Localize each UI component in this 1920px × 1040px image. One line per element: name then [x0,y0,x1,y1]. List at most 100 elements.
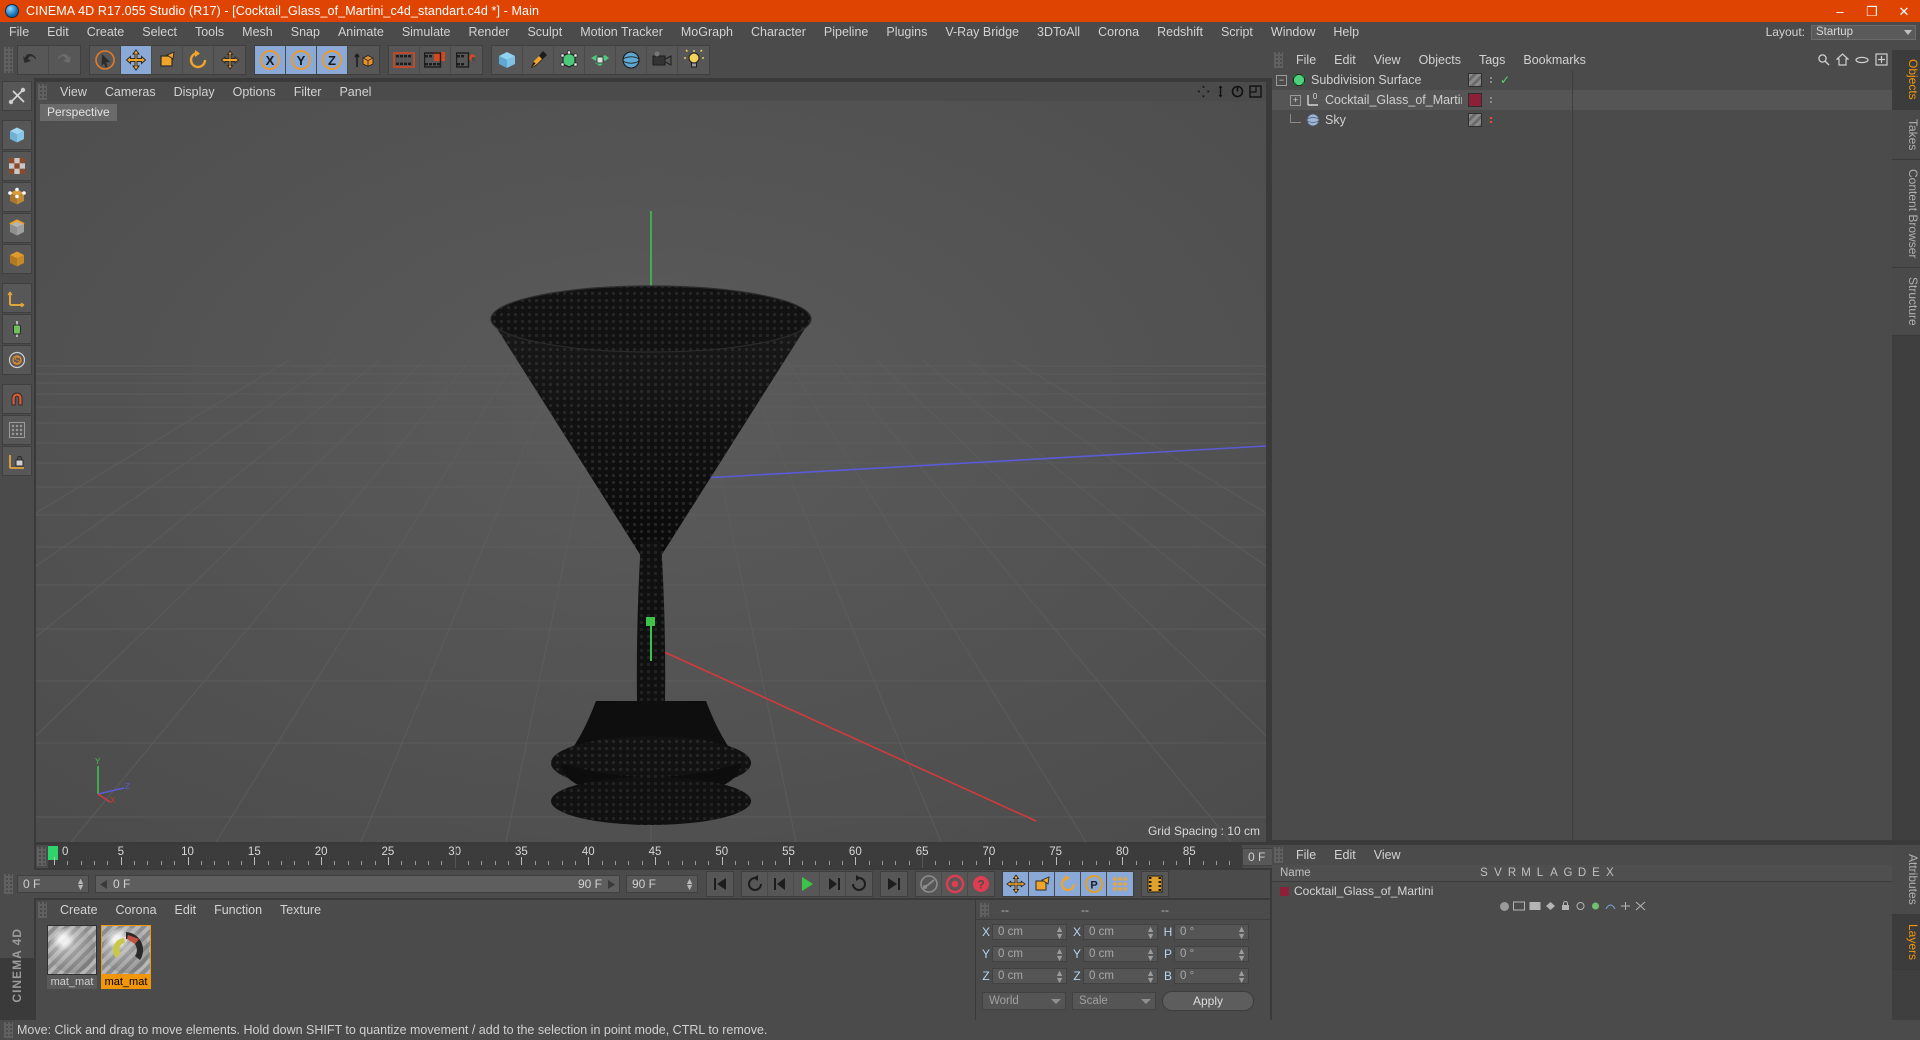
objmgr-menu-objects[interactable]: Objects [1410,53,1470,67]
palette-workplane[interactable] [2,283,32,313]
material-item[interactable]: mat_mat [101,925,151,1015]
anim-next-frame[interactable] [820,872,846,896]
viewport-menu-options[interactable]: Options [224,85,285,99]
material-list[interactable]: mat_mat mat_mat [44,922,994,1018]
coord-input-rotation-h[interactable]: 0 ° ▲ ▼ [1174,924,1249,941]
material-item[interactable]: mat_mat [47,925,97,1015]
xpresso-icon[interactable] [1635,901,1646,911]
render-icon[interactable] [1529,901,1541,911]
anim-loop[interactable] [846,872,872,896]
menu-item-edit[interactable]: Edit [38,22,78,42]
toolbar-camera[interactable] [647,46,678,74]
menu-item-window[interactable]: Window [1262,22,1324,42]
toolbar-scale[interactable] [152,46,183,74]
material-menu-function[interactable]: Function [205,903,271,917]
menu-item-sculpt[interactable]: Sculpt [518,22,571,42]
new-layout-icon[interactable] [1875,53,1888,66]
objmgr-menu-file[interactable]: File [1287,53,1325,67]
animbar-grip[interactable] [4,874,13,894]
viewport-menu-display[interactable]: Display [165,85,224,99]
menu-item-select[interactable]: Select [133,22,186,42]
palette-snap-magnet[interactable] [2,384,32,414]
anim-autokey[interactable] [916,872,942,896]
home-icon[interactable] [1836,53,1849,66]
object-tag-swatch[interactable] [1468,113,1482,127]
transform-mode-dropdown[interactable]: Scale [1072,992,1156,1010]
ellipse-icon[interactable] [1855,55,1869,65]
viewport-menu-cameras[interactable]: Cameras [96,85,165,99]
anim-record[interactable] [942,872,968,896]
material-menu-create[interactable]: Create [51,903,107,917]
toolbar-nurbs[interactable] [554,46,585,74]
generator-icon[interactable] [1590,901,1601,911]
anim-key-param[interactable]: P [1081,872,1107,896]
viewport-maximize-icon[interactable] [1249,85,1262,98]
expander-minus-icon[interactable]: − [1276,74,1287,86]
layers-menu-edit[interactable]: Edit [1325,848,1365,862]
close-button[interactable]: ✕ [1888,0,1920,22]
start-frame-field[interactable]: 0 F ▲ ▼ [17,875,89,893]
apply-button[interactable]: Apply [1162,991,1254,1011]
toolbar-light[interactable] [678,46,709,74]
material-manager-grip[interactable] [38,901,47,918]
range-right-handle-icon[interactable] [607,879,615,889]
view-icon[interactable] [1513,901,1525,911]
viewport-menu-filter[interactable]: Filter [285,85,331,99]
spinner-icon[interactable]: ▲▼ [1146,925,1155,941]
spinner-icon[interactable]: ▲▼ [1055,947,1064,963]
menu-item-3dtoall[interactable]: 3DToAll [1028,22,1089,42]
toolbar-grip[interactable] [4,47,13,73]
timeline-grip[interactable] [37,847,46,866]
toolbar-select-cursor[interactable] [90,46,121,74]
object-row[interactable]: +0 Cocktail_Glass_of_Martini [1272,90,1470,110]
menu-item-redshift[interactable]: Redshift [1148,22,1212,42]
layer-row[interactable]: Cocktail_Glass_of_Martini [1272,882,1892,900]
coord-input-size-y[interactable]: 0 cm ▲ ▼ [1083,946,1158,963]
anim-key-position[interactable] [1003,872,1029,896]
material-menu-texture[interactable]: Texture [271,903,330,917]
anim-play-backwards-loop[interactable] [742,872,768,896]
menu-item-v-ray-bridge[interactable]: V-Ray Bridge [936,22,1028,42]
menu-item-help[interactable]: Help [1324,22,1368,42]
toolbar-environment[interactable] [616,46,647,74]
visibility-dots[interactable] [1490,117,1492,123]
palette-model-mode[interactable] [2,120,32,150]
coordinate-system-dropdown[interactable]: World [982,992,1066,1010]
menu-item-animate[interactable]: Animate [329,22,393,42]
toolbar-rotate[interactable] [183,46,214,74]
object-tag-columns[interactable]: ✓ [1462,70,1892,840]
right-tab-structure[interactable]: Structure [1892,268,1920,337]
visibility-dots[interactable] [1490,97,1492,103]
minimize-button[interactable]: – [1824,0,1856,22]
bottom-right-tab-layers[interactable]: Layers [1892,914,1920,970]
palette-polygons-mode[interactable] [2,244,32,274]
expander-plus-icon[interactable]: + [1290,94,1301,106]
layers-grip[interactable] [1274,847,1283,863]
toolbar-render-settings[interactable] [451,46,482,74]
material-menu-corona[interactable]: Corona [107,903,166,917]
viewport-grip[interactable] [38,83,47,100]
toolbar-cube-primitive[interactable] [492,46,523,74]
coord-input-size-z[interactable]: 0 cm ▲ ▼ [1083,968,1158,985]
toolbar-redo[interactable] [49,46,80,74]
menu-item-simulate[interactable]: Simulate [393,22,460,42]
animation-icon[interactable] [1575,901,1586,911]
menu-item-plugins[interactable]: Plugins [877,22,936,42]
viewport-menu-panel[interactable]: Panel [330,85,380,99]
viewport-menu-view[interactable]: View [51,85,96,99]
material-thumbnail[interactable] [47,925,97,975]
anim-key-pla[interactable] [1107,872,1133,896]
coord-input-position-x[interactable]: 0 cm ▲ ▼ [992,924,1067,941]
anim-go-to-end[interactable] [881,872,907,896]
toolbar-undo[interactable] [18,46,49,74]
menu-item-mograph[interactable]: MoGraph [672,22,742,42]
material-menu-edit[interactable]: Edit [166,903,206,917]
spinner-icon[interactable]: ▲▼ [1055,969,1064,985]
object-tag-swatch[interactable] [1468,73,1482,87]
coordinates-grip[interactable] [980,902,989,917]
statusbar-grip[interactable] [4,1022,13,1038]
layers-rows[interactable]: Cocktail_Glass_of_Martini [1272,882,1892,900]
anim-key-rotation[interactable] [1055,872,1081,896]
toolbar-move[interactable] [121,46,152,74]
toolbar-axis-x[interactable]: X [255,46,286,74]
